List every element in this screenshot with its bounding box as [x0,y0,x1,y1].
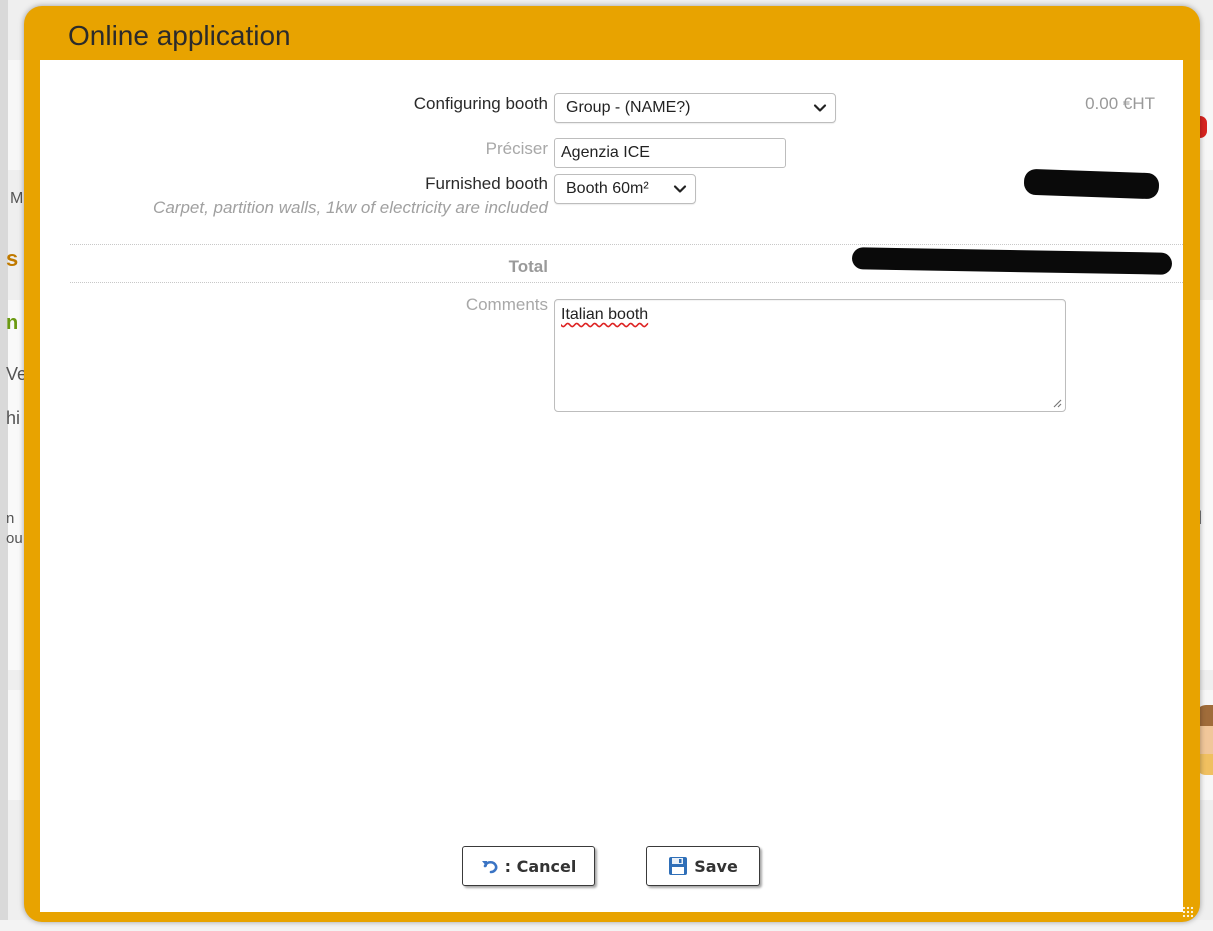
divider-bottom [70,282,1183,283]
furnished-booth-note: Carpet, partition walls, 1kw of electric… [153,198,548,217]
background-text-fragment: n [6,312,19,334]
furnished-booth-selected-value: Booth 60m² [566,180,649,197]
preciser-input[interactable]: Agenzia ICE [554,138,786,168]
chevron-down-icon [673,185,687,193]
dialog-title: Online application [68,20,291,51]
background-text-fragment: hi [6,408,21,428]
comments-label: Comments [465,295,548,314]
online-application-dialog: Online application Configuring booth Gro… [24,6,1200,922]
background-text-fragment: ou [6,530,23,547]
comments-textarea[interactable]: Italian booth [554,299,1066,412]
furnished-booth-label: Furnished booth [425,174,548,193]
configuring-booth-selected-value: Group - (NAME?) [566,99,691,116]
configuring-booth-price: 0.00 €HT [1085,94,1155,113]
background-text-fragment: M [10,190,24,207]
resize-handle-icon[interactable] [1051,397,1062,408]
background-text-fragment: n [6,510,15,527]
undo-icon [481,860,498,874]
divider-top [70,244,1183,245]
redaction-mark [1023,168,1160,200]
cancel-button[interactable]: : Cancel [462,846,595,886]
background-text-fragment: s [6,246,19,271]
save-button[interactable]: Save [646,846,760,886]
furnished-booth-select[interactable]: Booth 60m² [554,174,696,204]
dialog-resize-grip[interactable] [1182,906,1194,918]
chevron-down-icon [813,104,827,112]
background-text-fragment: Ve [6,364,24,384]
preciser-label: Préciser [485,139,548,158]
total-label: Total [508,257,548,276]
save-button-label: Save [694,856,738,876]
configuring-booth-select[interactable]: Group - (NAME?) [554,93,836,123]
configuring-booth-label: Configuring booth [413,94,548,113]
dialog-body: Configuring booth Group - (NAME?) 0.00 €… [40,60,1183,912]
cancel-button-label: : Cancel [504,856,577,876]
floppy-disk-icon [669,857,688,875]
redaction-mark [851,247,1173,275]
comments-text: Italian booth [561,306,649,323]
